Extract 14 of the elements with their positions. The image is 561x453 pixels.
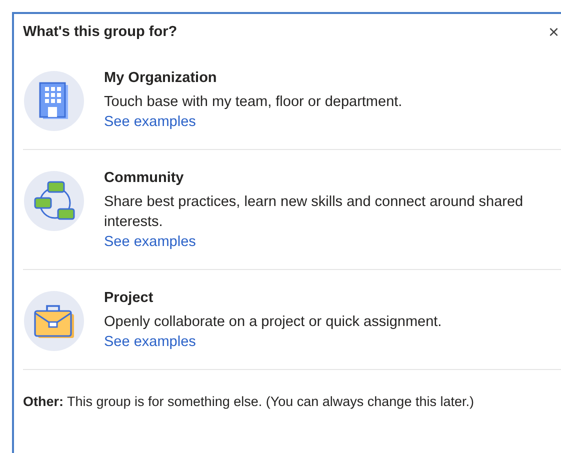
- option-description: Touch base with my team, floor or department.: [104, 93, 402, 112]
- option-title: My Organization: [104, 69, 218, 88]
- option-title: Community: [104, 169, 185, 188]
- see-examples-link[interactable]: See examples: [104, 232, 196, 252]
- option-description: Openly collaborate on a project or quick assignment.: [104, 313, 442, 332]
- option-description: Share best practices, learn new skills and connect around shared interests.: [104, 193, 524, 232]
- see-examples-link[interactable]: See examples: [104, 332, 196, 352]
- close-button[interactable]: ×: [548, 22, 559, 42]
- building-icon: [39, 82, 69, 120]
- dialog-title: What's this group for?: [23, 24, 178, 40]
- other-option[interactable]: Other: This group is for something else. (You can always change this later.): [23, 370, 561, 409]
- see-examples-link[interactable]: See examples: [104, 112, 196, 132]
- briefcase-icon: [33, 302, 75, 340]
- option-title: Project: [104, 289, 154, 308]
